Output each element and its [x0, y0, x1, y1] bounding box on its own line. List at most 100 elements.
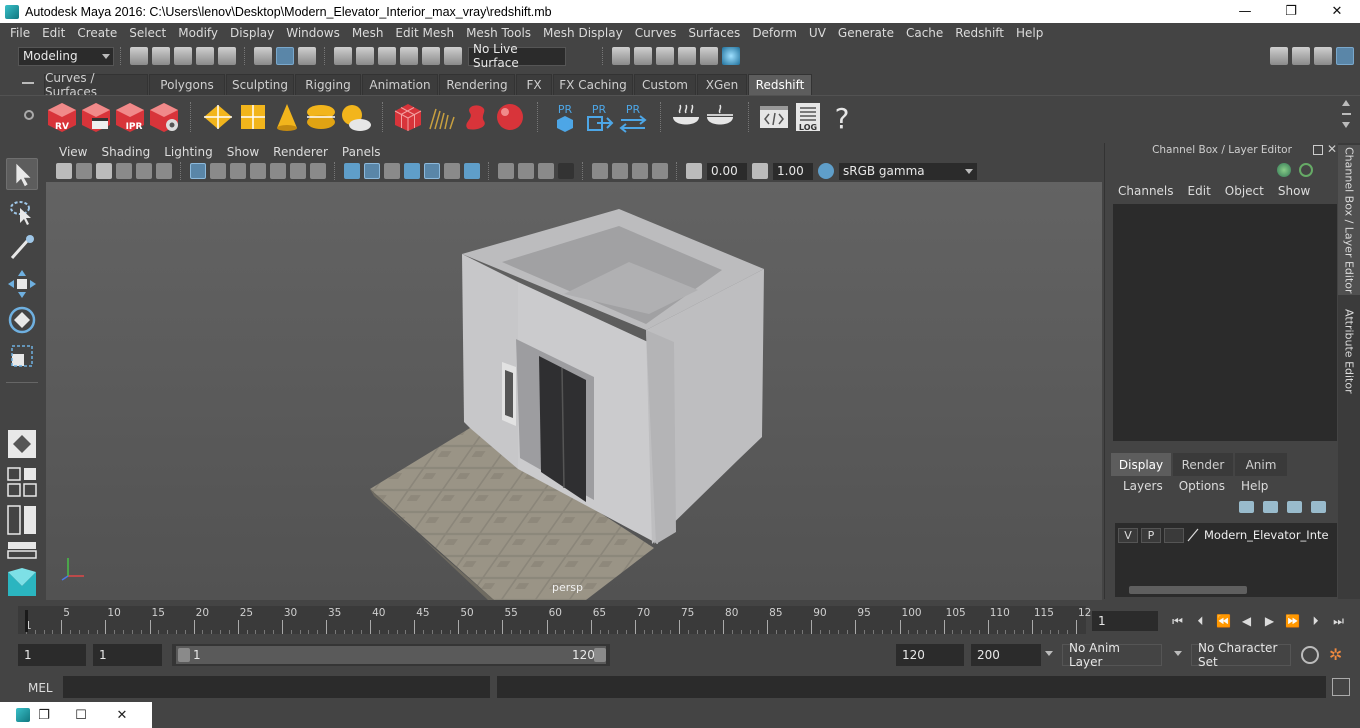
maya-home-icon[interactable]: [6, 566, 38, 598]
snap-grid-icon[interactable]: [334, 47, 352, 65]
layer-visibility-toggle[interactable]: V: [1118, 527, 1138, 543]
two-d-pan-zoom-icon[interactable]: [136, 163, 152, 179]
tab-fx-caching[interactable]: FX Caching: [553, 74, 633, 95]
mel-command-input[interactable]: [63, 676, 490, 698]
screen-space-ao-icon[interactable]: [498, 163, 514, 179]
redshift-pr-sync-icon[interactable]: PR: [617, 101, 649, 133]
playback-start-field[interactable]: 1: [93, 644, 162, 666]
redshift-script-icon[interactable]: [758, 101, 790, 133]
stacked-layout-icon[interactable]: [6, 540, 38, 560]
redshift-sun-sky-icon[interactable]: [339, 101, 371, 133]
redshift-sphere-icon[interactable]: [494, 101, 526, 133]
character-set-dropdown[interactable]: No Character Set: [1191, 641, 1291, 669]
step-back-frame-icon[interactable]: ⏴: [1192, 613, 1210, 629]
playback-end-field[interactable]: 120: [896, 644, 964, 666]
shelf-settings-icon[interactable]: [24, 110, 34, 120]
image-plane-icon[interactable]: [116, 163, 132, 179]
render-view-icon[interactable]: [678, 47, 696, 65]
menu-help[interactable]: Help: [1010, 26, 1049, 40]
close-icon[interactable]: ✕: [104, 702, 140, 728]
xray-components-icon[interactable]: [652, 163, 668, 179]
select-tool-icon[interactable]: [6, 158, 38, 190]
viewport-menu-show[interactable]: Show: [220, 145, 266, 159]
go-to-start-icon[interactable]: ⏮: [1169, 613, 1187, 629]
menu-redshift[interactable]: Redshift: [949, 26, 1010, 40]
animation-preferences-icon[interactable]: ✲: [1329, 645, 1349, 665]
tab-xgen[interactable]: XGen: [697, 74, 747, 95]
redshift-area-light-icon[interactable]: [237, 101, 269, 133]
exposure-icon[interactable]: [686, 163, 702, 179]
xray-joints-icon[interactable]: [632, 163, 648, 179]
hypershade-icon[interactable]: [700, 47, 718, 65]
layer-row[interactable]: V P Modern_Elevator_Interior: [1118, 526, 1334, 544]
redshift-ipr-icon[interactable]: IPR: [114, 101, 146, 133]
ipr-render-icon[interactable]: [656, 47, 674, 65]
render-globe-icon[interactable]: [722, 47, 740, 65]
paint-select-tool-icon[interactable]: [6, 232, 38, 264]
toggle-attribute-editor-icon[interactable]: [1314, 47, 1332, 65]
range-slider[interactable]: 1 120: [172, 644, 610, 666]
select-camera-icon[interactable]: [56, 163, 72, 179]
restore-icon[interactable]: ❐: [30, 702, 58, 728]
menu-generate[interactable]: Generate: [832, 26, 900, 40]
viewport-menu-shading[interactable]: Shading: [94, 145, 157, 159]
menu-create[interactable]: Create: [71, 26, 123, 40]
color-management-icon[interactable]: [818, 163, 834, 179]
current-time-marker[interactable]: [25, 610, 28, 632]
snap-curve-icon[interactable]: [356, 47, 374, 65]
layer-menu-layers[interactable]: Layers: [1115, 479, 1171, 493]
range-end-handle[interactable]: [594, 648, 606, 662]
tab-curves-surfaces[interactable]: Curves / Surfaces: [44, 71, 148, 99]
channel-list-area[interactable]: [1113, 204, 1337, 441]
redshift-pr-object-icon[interactable]: PR: [549, 101, 581, 133]
menu-edit-mesh[interactable]: Edit Mesh: [389, 26, 460, 40]
gate-mask-icon[interactable]: [250, 163, 266, 179]
maximize-button[interactable]: ❐: [1268, 0, 1314, 23]
render-frame-icon[interactable]: [634, 47, 652, 65]
tab-rigging[interactable]: Rigging: [295, 74, 361, 95]
redshift-dome-light-icon[interactable]: [202, 101, 234, 133]
select-component-icon[interactable]: [298, 47, 316, 65]
bookmark-icon[interactable]: [96, 163, 112, 179]
side-tab-attribute-editor[interactable]: Attribute Editor: [1338, 305, 1360, 397]
redshift-ies-light-icon[interactable]: [271, 101, 303, 133]
lasso-tool-icon[interactable]: [6, 196, 38, 228]
redshift-batch-render-icon[interactable]: [80, 101, 112, 133]
side-tab-channel-box[interactable]: Channel Box / Layer Editor: [1338, 145, 1360, 295]
tab-fx[interactable]: FX: [516, 74, 552, 95]
open-scene-icon[interactable]: [152, 47, 170, 65]
menu-windows[interactable]: Windows: [280, 26, 346, 40]
redshift-help-icon[interactable]: ?: [826, 101, 858, 133]
select-hierarchy-icon[interactable]: [254, 47, 272, 65]
grease-pencil-icon[interactable]: [156, 163, 172, 179]
new-layer-from-selection-icon[interactable]: [1311, 501, 1326, 513]
step-forward-frame-icon[interactable]: ⏵: [1307, 613, 1325, 629]
menu-cache[interactable]: Cache: [900, 26, 949, 40]
chevron-down-icon[interactable]: [1174, 651, 1182, 656]
rotate-tool-icon[interactable]: [6, 304, 38, 336]
go-to-end-icon[interactable]: ⏭: [1330, 613, 1348, 629]
menu-display[interactable]: Display: [224, 26, 280, 40]
scrollbar-thumb[interactable]: [1129, 586, 1247, 594]
redshift-pr-export-icon[interactable]: PR: [583, 101, 615, 133]
step-forward-key-icon[interactable]: ⏩: [1284, 613, 1302, 629]
isolate-select-icon[interactable]: [592, 163, 608, 179]
chevron-down-icon[interactable]: [1045, 651, 1053, 656]
snap-view-icon[interactable]: [400, 47, 418, 65]
animation-end-field[interactable]: 200: [971, 644, 1041, 666]
default-material-icon[interactable]: [384, 163, 400, 179]
render-settings-icon[interactable]: [612, 47, 630, 65]
menu-file[interactable]: File: [4, 26, 36, 40]
layer-menu-help[interactable]: Help: [1233, 479, 1276, 493]
cb-menu-object[interactable]: Object: [1218, 184, 1271, 198]
menu-uv[interactable]: UV: [803, 26, 832, 40]
auto-key-icon[interactable]: [1301, 646, 1319, 664]
viewport-menu-panels[interactable]: Panels: [335, 145, 388, 159]
select-object-icon[interactable]: [276, 47, 294, 65]
single-perspective-layout-icon[interactable]: [6, 428, 38, 460]
step-back-key-icon[interactable]: ⏪: [1215, 613, 1233, 629]
shelf-scroll-down-icon[interactable]: [1342, 122, 1350, 128]
color-space-dropdown[interactable]: sRGB gamma: [839, 162, 977, 180]
minimize-button[interactable]: —: [1222, 0, 1268, 23]
film-gate-icon[interactable]: [210, 163, 226, 179]
